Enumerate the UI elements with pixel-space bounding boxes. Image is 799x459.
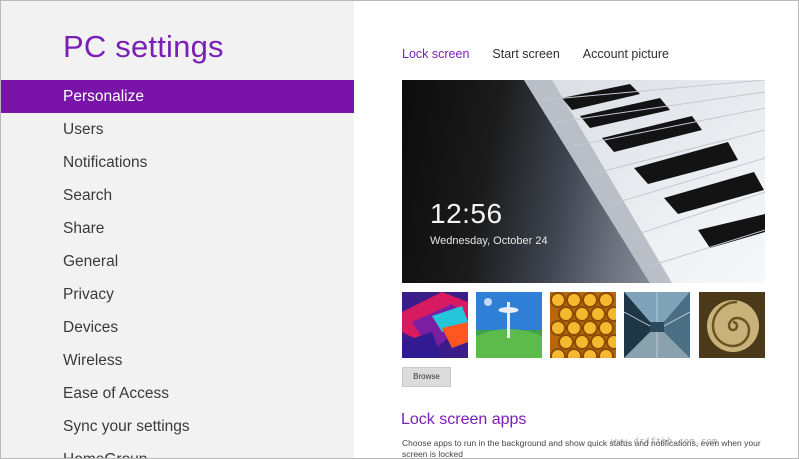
tab-bar: Lock screen Start screen Account picture	[402, 47, 692, 61]
thumbnail-glass-building[interactable]	[624, 292, 690, 358]
sidebar-item-personalize[interactable]: Personalize	[1, 80, 354, 113]
watermark: www.dr4ftbb.com.com	[611, 437, 718, 447]
sidebar-item-privacy[interactable]: Privacy	[1, 278, 354, 311]
window: PC settings Personalize Users Notificati…	[0, 0, 799, 459]
sidebar: PC settings Personalize Users Notificati…	[1, 1, 354, 458]
lock-screen-apps-title: Lock screen apps	[401, 411, 527, 428]
thumbnail-abstract-colors[interactable]	[402, 292, 468, 358]
sidebar-item-homegroup[interactable]: HomeGroup	[1, 443, 354, 458]
lock-screen-date: Wednesday, October 24	[430, 235, 548, 247]
browse-button[interactable]: Browse	[402, 367, 451, 387]
thumbnail-nautilus-shell[interactable]	[699, 292, 765, 358]
sidebar-item-users[interactable]: Users	[1, 113, 354, 146]
sidebar-item-sync-your-settings[interactable]: Sync your settings	[1, 410, 354, 443]
background-thumbnails	[402, 292, 765, 358]
sidebar-item-general[interactable]: General	[1, 245, 354, 278]
lock-screen-time: 12:56	[430, 198, 503, 229]
lock-screen-preview: 12:56 Wednesday, October 24	[402, 80, 765, 283]
sidebar-item-devices[interactable]: Devices	[1, 311, 354, 344]
piano-keys-image	[524, 80, 765, 283]
content-pane: Lock screen Start screen Account picture	[354, 1, 798, 458]
sidebar-item-share[interactable]: Share	[1, 212, 354, 245]
tab-lock-screen[interactable]: Lock screen	[402, 47, 469, 61]
sidebar-item-notifications[interactable]: Notifications	[1, 146, 354, 179]
sidebar-nav: Personalize Users Notifications Search S…	[1, 80, 354, 458]
sidebar-item-search[interactable]: Search	[1, 179, 354, 212]
sidebar-item-ease-of-access[interactable]: Ease of Access	[1, 377, 354, 410]
thumbnail-space-needle[interactable]	[476, 292, 542, 358]
thumbnail-honeycomb[interactable]	[550, 292, 616, 358]
tab-start-screen[interactable]: Start screen	[492, 47, 559, 61]
sidebar-item-wireless[interactable]: Wireless	[1, 344, 354, 377]
tab-account-picture[interactable]: Account picture	[583, 47, 669, 61]
page-title: PC settings	[63, 29, 224, 64]
